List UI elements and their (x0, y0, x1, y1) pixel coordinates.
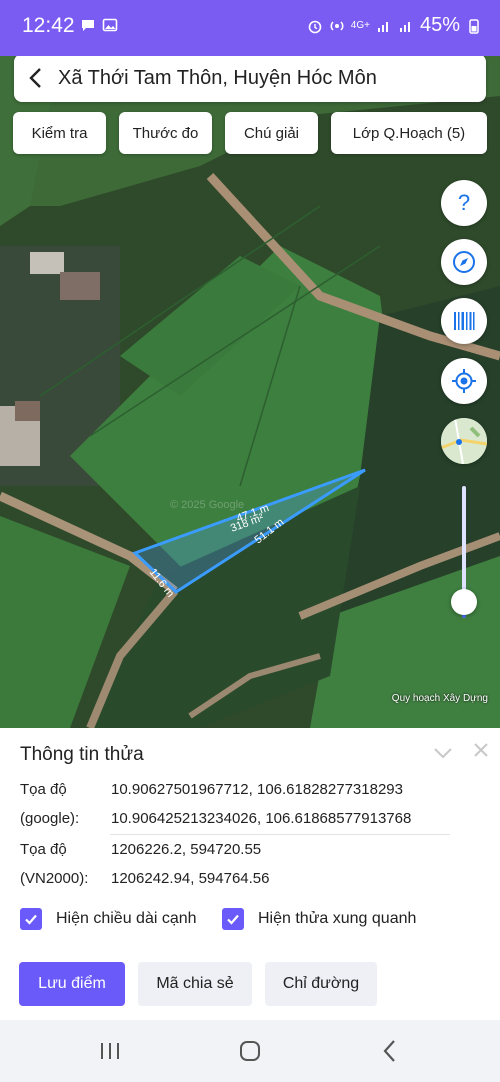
page-title: Xã Thới Tam Thôn, Huyện Hóc Môn (58, 66, 377, 89)
chat-bubble-icon (82, 20, 94, 31)
checkbox-checked[interactable] (20, 908, 42, 930)
home-button[interactable] (235, 1038, 265, 1064)
status-indicators: 4G+ 45% (307, 14, 482, 37)
chevron-left-icon (29, 68, 41, 88)
coord-label: Tọa độ (20, 841, 67, 858)
recent-apps-button[interactable] (95, 1038, 125, 1064)
svg-text:?: ? (458, 191, 470, 215)
my-location-button[interactable] (441, 358, 487, 404)
map-layers-button[interactable] (441, 418, 487, 464)
back-icon (383, 1040, 395, 1062)
help-icon: ? (458, 191, 470, 215)
show-edge-length-toggle[interactable]: Hiện chiều dài cạnh (20, 908, 197, 930)
location-header: Xã Thới Tam Thôn, Huyện Hóc Môn (14, 54, 486, 102)
save-point-button[interactable]: Lưu điểm (19, 962, 125, 1006)
compass-button[interactable] (441, 239, 487, 285)
status-bar: 12:42 4G+ 45% (0, 0, 500, 56)
satellite-map[interactable]: 47.1 m 51.1 m 11.6 m 318 m² © 2025 Googl… (0, 56, 500, 728)
show-surrounding-parcels-toggle[interactable]: Hiện thửa xung quanh (222, 908, 416, 930)
recent-apps-icon (101, 1043, 119, 1059)
coord-value: 10.90627501967712, 106.61828277318293 (111, 781, 403, 798)
parcel-polygon[interactable] (132, 468, 366, 594)
coord-value: 1206242.94, 594764.56 (111, 870, 270, 887)
panel-title: Thông tin thửa (20, 744, 144, 765)
map-toolbar: Kiểm tra Thước đo Chú giải Lớp Q.Hoạch (… (0, 112, 500, 154)
checkmark-icon (227, 914, 239, 925)
map-layers-icon (441, 418, 487, 464)
measure-button[interactable]: Thước đo (119, 112, 212, 154)
barcode-icon (454, 312, 475, 330)
status-time: 12:42 (22, 14, 75, 37)
check-button[interactable]: Kiểm tra (13, 112, 106, 154)
parcel-overlay: 47.1 m 51.1 m 11.6 m 318 m² © 2025 Googl… (132, 468, 366, 600)
directions-button[interactable]: Chỉ đường (265, 962, 377, 1006)
checkbox-label: Hiện chiều dài cạnh (56, 910, 197, 927)
signal-icon-2 (399, 21, 410, 32)
coord-label: (VN2000): (20, 870, 89, 887)
back-nav-button[interactable] (375, 1038, 405, 1064)
checkbox-label: Hiện thửa xung quanh (258, 910, 417, 927)
checkmark-icon (25, 914, 37, 925)
checkbox-checked[interactable] (222, 908, 244, 930)
compass-icon (453, 251, 475, 273)
notification-icons (80, 17, 118, 33)
help-button[interactable]: ? (441, 180, 487, 226)
map-watermark: © 2025 Google (170, 499, 244, 511)
home-icon (240, 1041, 260, 1061)
zoom-slider-handle[interactable] (451, 589, 477, 615)
network-type: 4G+ (350, 20, 370, 31)
hotspot-icon (330, 20, 344, 31)
planning-layers-button[interactable]: Lớp Q.Hoạch (5) (331, 112, 487, 154)
legend-button[interactable]: Chú giải (225, 112, 318, 154)
battery-percent: 45% (419, 14, 460, 36)
image-icon (102, 18, 118, 32)
share-code-button[interactable]: Mã chia sẻ (138, 962, 252, 1006)
coord-value: 1206226.2, 594720.55 (111, 841, 262, 858)
parcel-info-panel: Thông tin thửa Tọa độ 10.90627501967712,… (0, 728, 500, 1020)
close-icon[interactable] (471, 740, 491, 760)
alarm-icon (308, 20, 322, 33)
map-attribution: Quy hoạch Xây Dựng (391, 693, 488, 704)
barcode-button[interactable] (441, 298, 487, 344)
system-nav-bar (0, 1020, 500, 1082)
coord-label: Tọa độ (20, 781, 67, 798)
coord-value: 10.906425213234026, 106.61868577913768 (111, 810, 412, 827)
chevron-down-icon[interactable] (432, 742, 454, 764)
divider (110, 834, 450, 835)
coord-label: (google): (20, 810, 80, 827)
my-location-icon (452, 369, 476, 393)
battery-icon (469, 18, 479, 34)
back-button[interactable] (14, 54, 58, 102)
signal-icon (377, 21, 388, 32)
